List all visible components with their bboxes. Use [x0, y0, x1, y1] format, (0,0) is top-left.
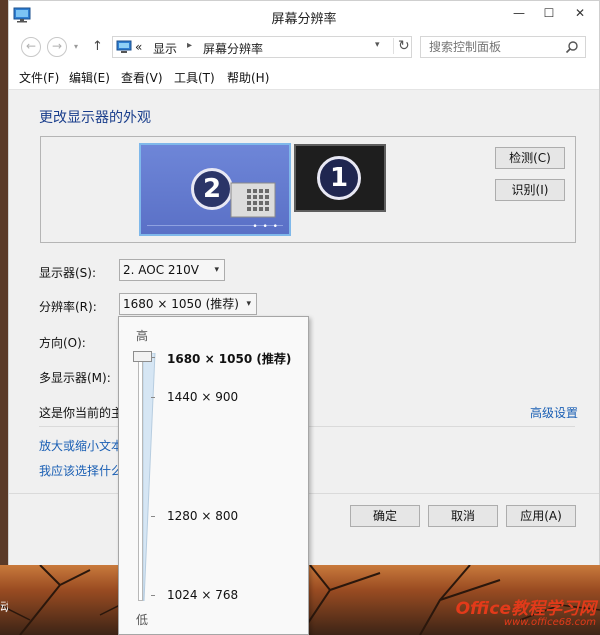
menu-tools[interactable]: 工具(T)	[174, 69, 215, 86]
multiple-displays-label: 多显示器(M):	[39, 371, 111, 385]
search-icon[interactable]	[565, 40, 579, 54]
search-box[interactable]	[420, 36, 586, 58]
breadcrumb-prefix[interactable]: «	[135, 40, 142, 54]
menu-help[interactable]: 帮助(H)	[227, 69, 269, 86]
chevron-down-icon: ▾	[246, 299, 251, 309]
primary-display-icon	[230, 182, 276, 218]
breadcrumb-screen-resolution[interactable]: 屏幕分辨率	[203, 40, 263, 57]
menu-view[interactable]: 查看(V)	[121, 69, 163, 86]
page-title: 更改显示器的外观	[39, 110, 151, 126]
slider-tick	[151, 595, 155, 596]
breadcrumb-display[interactable]: 显示	[153, 40, 177, 57]
display-label: 显示器(S):	[39, 266, 97, 280]
text-size-link[interactable]: 放大或缩小文本	[39, 437, 123, 454]
high-label: 高	[136, 329, 149, 343]
primary-display-status: 这是你当前的主	[39, 406, 124, 420]
forward-button[interactable]: →	[47, 37, 67, 57]
watermark: Office教程学习网 www.office68.com	[456, 594, 596, 628]
display-select-value: 2. AOC 210V	[123, 263, 200, 277]
which-settings-link[interactable]: 我应该选择什么	[39, 462, 123, 479]
orientation-label: 方向(O):	[39, 336, 86, 350]
display-select[interactable]: 2. AOC 210V ▾	[119, 259, 225, 281]
title-bar[interactable]: 屏幕分辨率 — ☐ ✕	[9, 1, 599, 31]
monitor-2[interactable]: 2 • • •	[139, 143, 291, 236]
desktop-label: 动	[0, 600, 8, 614]
maximize-button[interactable]: ☐	[535, 3, 563, 23]
search-input[interactable]	[429, 39, 559, 55]
refresh-icon[interactable]: ↻	[393, 38, 410, 54]
monitor-number-badge: 2	[191, 168, 233, 210]
watermark-title: Office教程学习网	[455, 599, 596, 619]
cancel-button[interactable]: 取消	[428, 505, 498, 527]
resolution-slider-thumb[interactable]	[133, 351, 152, 362]
monitor-number-badge: 1	[317, 156, 361, 200]
resolution-option[interactable]: 1024 × 768	[167, 588, 238, 602]
resolution-option[interactable]: 1440 × 900	[167, 390, 238, 404]
ok-button[interactable]: 确定	[350, 505, 420, 527]
advanced-settings-link[interactable]: 高级设置	[530, 404, 578, 421]
slider-wedge	[143, 353, 156, 601]
menu-bar: 文件(F) 编辑(E) 查看(V) 工具(T) 帮助(H)	[9, 65, 599, 87]
resolution-dropdown: 高 1680 × 1050 (推荐) 1440 × 900 1280 × 800…	[118, 316, 309, 635]
navigation-bar: ← → ▾ ↑ « 显示 ▸ 屏幕分辨率 ▾ ↻	[9, 33, 599, 61]
identify-button[interactable]: 识别(I)	[495, 179, 565, 201]
slider-tick	[151, 397, 155, 398]
back-button[interactable]: ←	[21, 37, 41, 57]
address-bar[interactable]: « 显示 ▸ 屏幕分辨率 ▾ ↻	[112, 36, 412, 58]
control-panel-icon	[116, 40, 132, 53]
slider-tick	[151, 516, 155, 517]
close-button[interactable]: ✕	[564, 3, 596, 23]
monitor-arrangement-panel: 2 • • • 1 检测(C) 识别(I)	[40, 136, 576, 243]
apply-button[interactable]: 应用(A)	[506, 505, 576, 527]
monitor-1[interactable]: 1	[294, 144, 386, 212]
resolution-select-value: 1680 × 1050 (推荐)	[123, 297, 239, 311]
breadcrumb-separator-icon[interactable]: ▸	[187, 40, 192, 51]
up-button[interactable]: ↑	[92, 39, 103, 54]
chevron-down-icon: ▾	[214, 265, 219, 275]
recent-locations-icon[interactable]: ▾	[74, 42, 78, 51]
minimize-button[interactable]: —	[505, 3, 533, 23]
address-dropdown-icon[interactable]: ▾	[375, 40, 380, 50]
resolution-label: 分辨率(R):	[39, 300, 97, 314]
resolution-option[interactable]: 1680 × 1050 (推荐)	[167, 350, 291, 367]
menu-file[interactable]: 文件(F)	[19, 69, 59, 86]
monitor-dots: • • •	[252, 222, 279, 232]
resolution-select[interactable]: 1680 × 1050 (推荐) ▾	[119, 293, 257, 315]
resolution-option[interactable]: 1280 × 800	[167, 509, 238, 523]
detect-button[interactable]: 检测(C)	[495, 147, 565, 169]
low-label: 低	[136, 613, 149, 627]
menu-edit[interactable]: 编辑(E)	[69, 69, 110, 86]
